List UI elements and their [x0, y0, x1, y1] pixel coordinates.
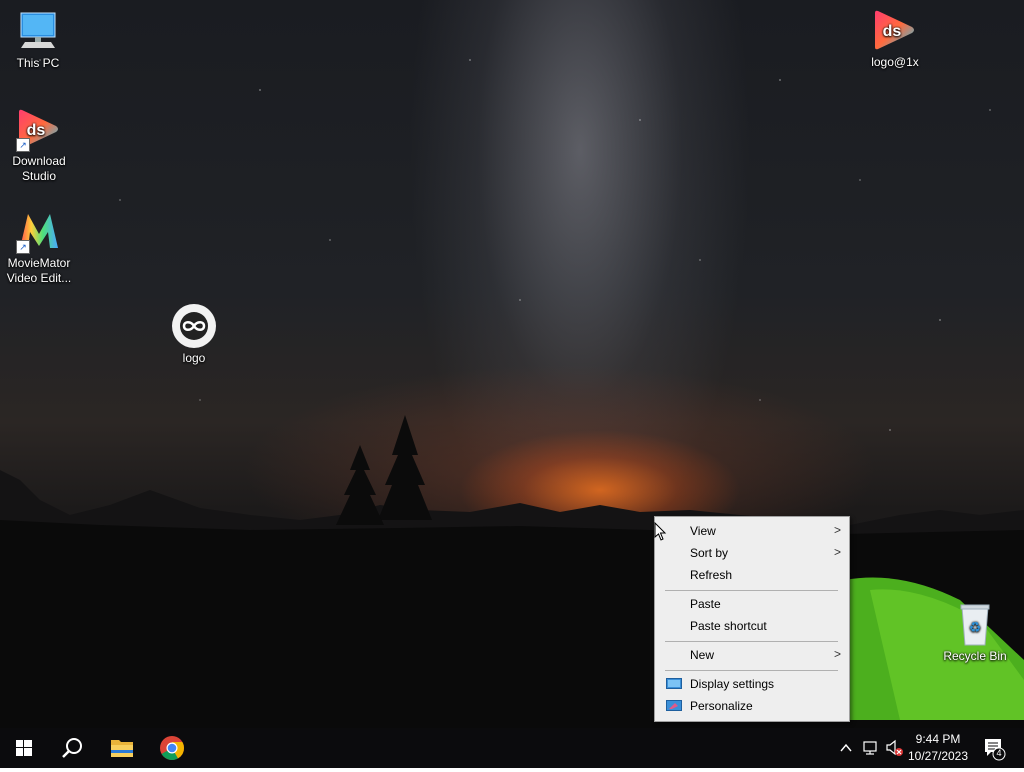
chrome-icon — [160, 736, 184, 761]
volume-muted-icon[interactable] — [885, 739, 905, 757]
recycle-bin-label: Recycle Bin — [943, 649, 1007, 663]
logo1x-file-icon[interactable]: ds logo@1x — [857, 7, 933, 70]
download-studio-shortcut[interactable]: ds ↗ Download Studio — [1, 106, 77, 184]
windows-start-icon — [16, 740, 32, 756]
submenu-arrow-icon: > — [833, 523, 841, 537]
menu-separator — [665, 670, 838, 671]
clock-time[interactable]: 9:44 PM — [906, 732, 970, 746]
svg-text:ds: ds — [27, 122, 46, 139]
menu-item-view[interactable]: View > — [657, 520, 847, 542]
moviemator-label-line1: MovieMator — [7, 256, 71, 270]
menu-item-paste-shortcut-label: Paste shortcut — [690, 619, 767, 633]
desktop-context-menu: View > Sort by > Refresh Paste Paste sho… — [654, 516, 850, 722]
download-studio-label-line2: Studio — [21, 169, 57, 183]
mouse-cursor-icon — [654, 522, 667, 541]
chrome-button[interactable] — [148, 728, 196, 768]
menu-item-refresh[interactable]: Refresh — [657, 564, 847, 586]
landscape-silhouette — [0, 415, 1024, 728]
recycle-bin-icon[interactable]: ♻ Recycle Bin — [937, 601, 1013, 664]
start-button[interactable] — [0, 728, 48, 768]
svg-text:♻: ♻ — [969, 620, 982, 636]
infinity-logo-icon — [171, 303, 217, 349]
menu-item-paste-shortcut[interactable]: Paste shortcut — [657, 615, 847, 637]
moviemator-logo-icon: ↗ — [16, 208, 62, 254]
file-explorer-icon — [111, 740, 133, 757]
personalize-icon — [666, 700, 682, 712]
logo-file-icon[interactable]: logo — [156, 303, 232, 366]
download-studio-label-line1: Download — [12, 154, 66, 168]
menu-item-display-settings[interactable]: Display settings — [657, 673, 847, 695]
search-button[interactable] — [48, 728, 96, 768]
menu-item-paste[interactable]: Paste — [657, 593, 847, 615]
menu-item-sort-by-label: Sort by — [690, 546, 729, 560]
menu-item-personalize-label: Personalize — [690, 699, 753, 713]
desktop-background[interactable]: This PC ds ↗ Download Studio ↗ MovieMato… — [0, 0, 1024, 728]
menu-item-new-label: New — [690, 648, 715, 662]
moviemator-label-line2: Video Edit... — [6, 271, 72, 285]
menu-separator — [665, 590, 838, 591]
menu-item-refresh-label: Refresh — [690, 568, 733, 582]
shortcut-arrow-icon: ↗ — [16, 138, 30, 152]
logo1x-label: logo@1x — [871, 55, 919, 69]
notification-count-badge: 4 — [996, 748, 1002, 758]
submenu-arrow-icon: > — [833, 647, 841, 661]
file-explorer-button[interactable] — [98, 728, 146, 768]
monitor-icon — [15, 8, 61, 54]
chevron-up-icon[interactable] — [838, 740, 854, 756]
moviemator-shortcut[interactable]: ↗ MovieMator Video Edit... — [1, 208, 77, 286]
logo-label: logo — [182, 351, 206, 365]
menu-item-paste-label: Paste — [690, 597, 721, 611]
action-center-button[interactable]: 4 — [976, 728, 1024, 768]
display-settings-icon — [666, 678, 682, 690]
submenu-arrow-icon: > — [833, 545, 841, 559]
clock-date[interactable]: 10/27/2023 — [906, 749, 970, 763]
shortcut-arrow-icon: ↗ — [16, 240, 30, 254]
network-icon[interactable] — [862, 739, 880, 757]
menu-item-display-settings-label: Display settings — [690, 677, 775, 691]
this-pc-icon[interactable]: This PC — [0, 8, 76, 71]
menu-item-view-label: View — [690, 524, 716, 538]
menu-separator — [665, 641, 838, 642]
taskbar: 9:44 PM 10/27/2023 4 — [0, 728, 1024, 768]
download-studio-logo-icon: ds ↗ — [16, 106, 62, 152]
svg-text:ds: ds — [883, 23, 902, 40]
menu-item-personalize[interactable]: Personalize — [657, 695, 847, 717]
search-icon — [62, 738, 82, 758]
trash-bin-icon: ♻ — [952, 601, 998, 647]
ds-logo-icon: ds — [872, 7, 918, 53]
this-pc-label: This PC — [16, 56, 60, 70]
menu-item-sort-by[interactable]: Sort by > — [657, 542, 847, 564]
menu-item-new[interactable]: New > — [657, 644, 847, 666]
